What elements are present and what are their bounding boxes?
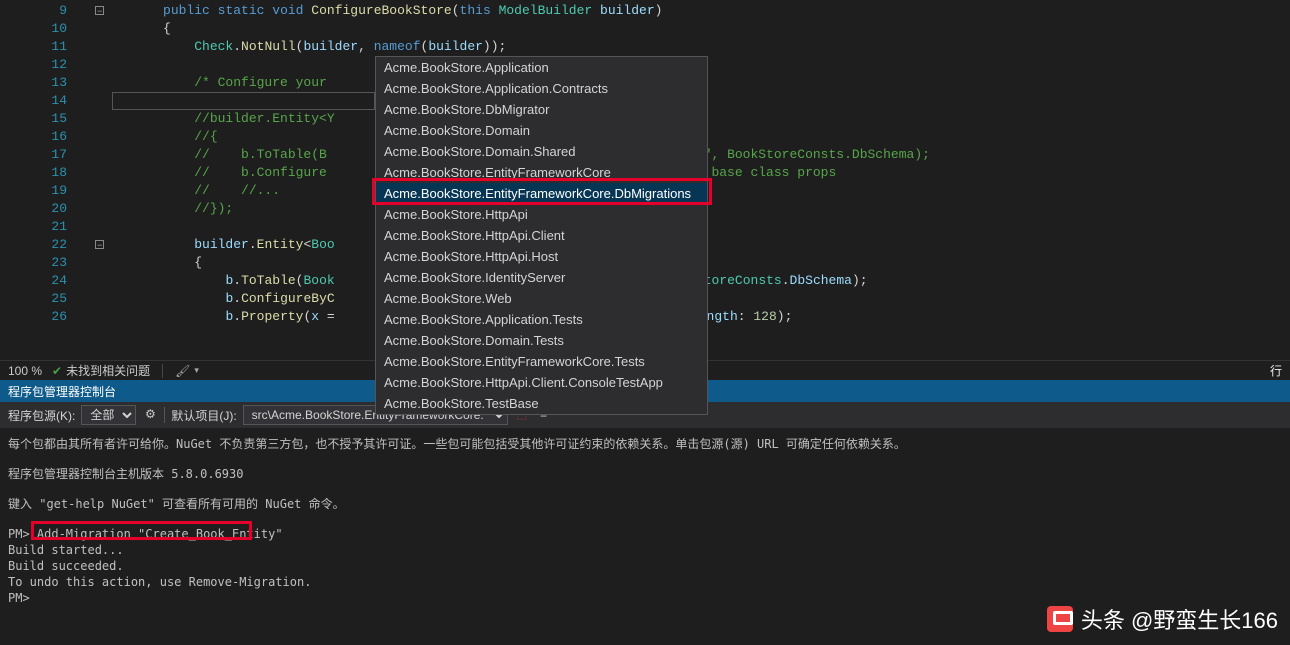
gear-icon[interactable]: ⚙ — [142, 407, 158, 423]
code-line[interactable]: public static void ConfigureBookStore(th… — [85, 2, 1290, 20]
project-option[interactable]: Acme.BookStore.HttpApi.Client — [376, 225, 707, 246]
line-number: 16 — [0, 128, 85, 146]
line-number: 12 — [0, 56, 85, 74]
project-option[interactable]: Acme.BookStore.Application.Contracts — [376, 78, 707, 99]
project-option[interactable]: Acme.BookStore.Domain — [376, 120, 707, 141]
line-number: 14 — [0, 92, 85, 110]
line-number: 18 — [0, 164, 85, 182]
line-label: 行 — [1270, 362, 1282, 379]
separator — [164, 407, 165, 423]
project-option[interactable]: Acme.BookStore.Domain.Shared — [376, 141, 707, 162]
project-option[interactable]: Acme.BookStore.EntityFrameworkCore — [376, 162, 707, 183]
line-number: 17 — [0, 146, 85, 164]
command-text: Add-Migration "Create_Book_Entity" — [37, 527, 283, 541]
dropdown-indicator-icon[interactable]: ▾ — [194, 365, 199, 376]
output-line: To undo this action, use Remove-Migratio… — [8, 574, 1282, 590]
line-number: 15 — [0, 110, 85, 128]
watermark-logo-icon — [1047, 606, 1073, 632]
watermark: 头条 @野蛮生长166 — [1047, 603, 1278, 635]
project-option[interactable]: Acme.BookStore.HttpApi — [376, 204, 707, 225]
project-option[interactable]: Acme.BookStore.Domain.Tests — [376, 330, 707, 351]
output-line: PM> Add-Migration "Create_Book_Entity" — [8, 526, 1282, 542]
line-number: 9 — [0, 2, 85, 20]
package-source-select[interactable]: 全部 — [81, 405, 136, 425]
code-editor[interactable]: 9 10 11 12 13 14 15 16 17 18 19 20 21 22… — [0, 0, 1290, 360]
project-selector-dropdown[interactable]: Acme.BookStore.ApplicationAcme.BookStore… — [375, 56, 708, 415]
zoom-level[interactable]: 100 % — [8, 364, 52, 378]
output-line: Build succeeded. — [8, 558, 1282, 574]
code-line[interactable]: Check.NotNull(builder, nameof(builder)); — [85, 38, 1290, 56]
line-number: 21 — [0, 218, 85, 236]
line-number: 22 — [0, 236, 85, 254]
line-number: 20 — [0, 200, 85, 218]
default-project-label: 默认项目(J): — [171, 407, 236, 424]
line-number: 11 — [0, 38, 85, 56]
line-number: 10 — [0, 20, 85, 38]
project-option[interactable]: Acme.BookStore.HttpApi.Client.ConsoleTes… — [376, 372, 707, 393]
project-option[interactable]: Acme.BookStore.HttpApi.Host — [376, 246, 707, 267]
project-option[interactable]: Acme.BookStore.Web — [376, 288, 707, 309]
project-option[interactable]: Acme.BookStore.TestBase — [376, 393, 707, 414]
code-line[interactable]: { — [85, 20, 1290, 38]
issues-status: 未找到相关问题 — [66, 362, 150, 379]
separator — [162, 364, 163, 378]
line-number: 26 — [0, 308, 85, 326]
project-option[interactable]: Acme.BookStore.EntityFrameworkCore.DbMig… — [376, 183, 707, 204]
line-number: 23 — [0, 254, 85, 272]
project-option[interactable]: Acme.BookStore.DbMigrator — [376, 99, 707, 120]
output-line: 键入 "get-help NuGet" 可查看所有可用的 NuGet 命令。 — [8, 496, 1282, 512]
line-gutter: 9 10 11 12 13 14 15 16 17 18 19 20 21 22… — [0, 0, 85, 360]
line-number: 19 — [0, 182, 85, 200]
project-option[interactable]: Acme.BookStore.Application.Tests — [376, 309, 707, 330]
watermark-text: 头条 @野蛮生长166 — [1081, 603, 1278, 635]
output-line: 每个包都由其所有者许可给你。NuGet 不负责第三方包，也不授予其许可证。一些包… — [8, 436, 1282, 452]
output-line: Build started... — [8, 542, 1282, 558]
project-option[interactable]: Acme.BookStore.IdentityServer — [376, 267, 707, 288]
line-number: 24 — [0, 272, 85, 290]
line-number: 25 — [0, 290, 85, 308]
check-icon: ✔ — [52, 364, 62, 378]
package-source-label: 程序包源(K): — [8, 407, 75, 424]
line-number: 13 — [0, 74, 85, 92]
brush-icon[interactable]: 🖌 — [175, 364, 190, 378]
panel-title: 程序包管理器控制台 — [8, 383, 116, 400]
output-line: 程序包管理器控制台主机版本 5.8.0.6930 — [8, 466, 1282, 482]
project-option[interactable]: Acme.BookStore.Application — [376, 57, 707, 78]
project-option[interactable]: Acme.BookStore.EntityFrameworkCore.Tests — [376, 351, 707, 372]
